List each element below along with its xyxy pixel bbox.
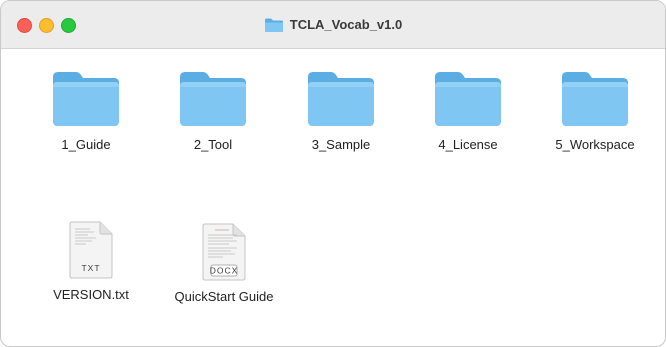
word-document-icon: DOCX bbox=[202, 223, 246, 281]
title-bar[interactable]: TCLA_Vocab_v1.0 bbox=[1, 1, 665, 49]
folder-icon bbox=[53, 72, 119, 126]
folder-item-1-guide[interactable]: 1_Guide bbox=[26, 67, 146, 152]
folder-icon bbox=[180, 72, 246, 126]
folder-item-2-tool[interactable]: 2_Tool bbox=[153, 67, 273, 152]
folder-icon bbox=[562, 72, 628, 126]
file-type-badge: TXT bbox=[81, 263, 100, 273]
finder-window: TCLA_Vocab_v1.0 1_Guide 2_Tool 3_Sample … bbox=[0, 0, 666, 347]
folder-icon bbox=[308, 72, 374, 126]
folder-icon bbox=[435, 72, 501, 126]
folder-label: 4_License bbox=[438, 137, 498, 152]
folder-label: 3_Sample bbox=[311, 137, 371, 152]
file-grid: 1_Guide 2_Tool 3_Sample 4_License 5_Work… bbox=[1, 49, 665, 346]
file-label: VERSION.txt bbox=[53, 287, 129, 302]
text-document-icon: TXT bbox=[69, 221, 113, 279]
folder-label: 2_Tool bbox=[193, 137, 233, 152]
window-title-group: TCLA_Vocab_v1.0 bbox=[1, 1, 665, 48]
file-type-badge: DOCX bbox=[210, 266, 239, 276]
file-label: QuickStart Guide bbox=[174, 289, 274, 304]
folder-label: 1_Guide bbox=[61, 137, 111, 152]
folder-icon bbox=[264, 18, 283, 32]
folder-item-4-license[interactable]: 4_License bbox=[408, 67, 528, 152]
folder-item-3-sample[interactable]: 3_Sample bbox=[281, 67, 401, 152]
file-item-version-txt[interactable]: TXT VERSION.txt bbox=[31, 221, 151, 302]
file-item-quickstart-guide[interactable]: DOCX QuickStart Guide bbox=[164, 223, 284, 304]
folder-item-5-workspace[interactable]: 5_Workspace bbox=[535, 67, 655, 152]
window-title: TCLA_Vocab_v1.0 bbox=[289, 17, 403, 32]
folder-label: 5_Workspace bbox=[555, 137, 635, 152]
